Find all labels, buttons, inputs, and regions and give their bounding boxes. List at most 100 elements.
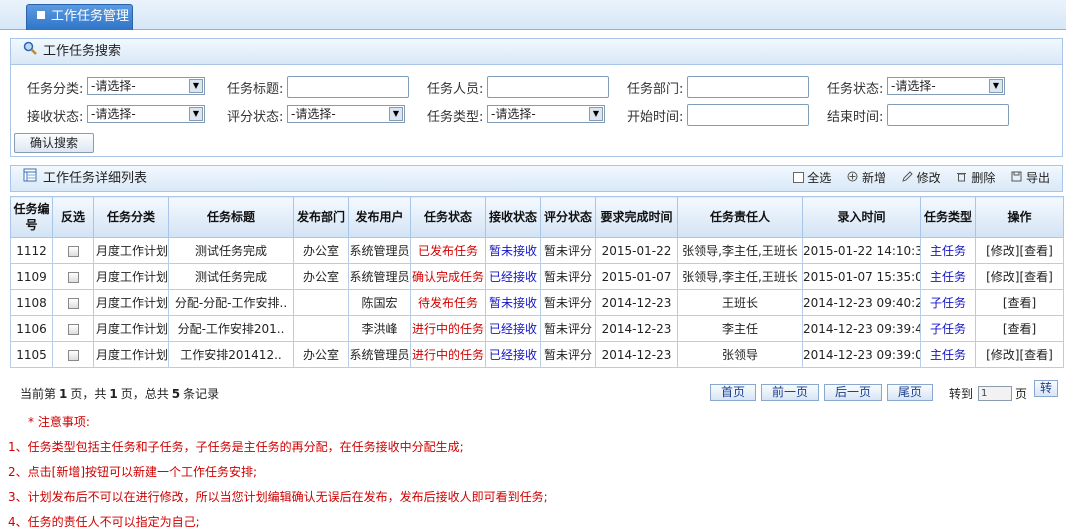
chevron-down-icon: ▼ — [189, 107, 203, 121]
list-icon — [23, 166, 37, 191]
table-row: 1109 月度工作计划 测试任务完成 办公室 系统管理员 确认完成任务 已经接收… — [10, 263, 1064, 290]
person-input[interactable] — [487, 76, 609, 98]
search-panel-title: 工作任务搜索 — [43, 44, 122, 59]
checkbox-icon — [67, 323, 79, 335]
cell-user: 李洪峰 — [348, 315, 411, 342]
last-page-button[interactable]: 尾页 — [887, 384, 933, 401]
cell-created: 2014-12-23 09:39:08 — [802, 341, 921, 368]
cell-category: 月度工作计划 — [93, 315, 169, 342]
cell-score: 暂未评分 — [540, 341, 596, 368]
goto-page-input[interactable]: 1 — [978, 386, 1012, 401]
row-checkbox[interactable] — [52, 237, 94, 264]
list-toolbar: 全选 新增 修改 删除 导出 — [781, 166, 1050, 191]
total-pages: 1 — [109, 387, 118, 401]
list-panel-header: 工作任务详细列表 全选 新增 修改 删除 导出 — [10, 165, 1063, 192]
cell-category: 月度工作计划 — [93, 237, 169, 264]
cell-actions[interactable]: [查看] — [975, 315, 1064, 342]
add-label: 新增 — [861, 171, 886, 185]
cell-dept: 办公室 — [293, 341, 349, 368]
goto-label: 转到 — [949, 387, 974, 401]
cell-due: 2014-12-23 — [595, 289, 678, 316]
cell-user: 陈国宏 — [348, 289, 411, 316]
col-header: 接收状态 — [485, 196, 541, 238]
cell-created: 2014-12-23 09:40:22 — [802, 289, 921, 316]
col-header: 任务责任人 — [677, 196, 803, 238]
note-item: 3、计划发布后不可以在进行修改，所以当您计划编辑确认无误后在发布，发布后接收人即… — [8, 490, 548, 504]
delete-button[interactable]: 删除 — [956, 171, 995, 185]
table-row: 1105 月度工作计划 工作安排201412.. 办公室 系统管理员 进行中的任… — [10, 341, 1064, 368]
cell-owner: 张领导 — [677, 341, 803, 368]
cell-dept: 办公室 — [293, 237, 349, 264]
total-records: 5 — [171, 387, 181, 401]
page-unit-label: 页 — [1015, 387, 1028, 401]
cell-category: 月度工作计划 — [93, 263, 169, 290]
tab-task-management[interactable]: 工作任务管理 — [26, 4, 133, 30]
cell-status: 确认完成任务 — [410, 263, 486, 290]
status-label: 任务状态: — [827, 82, 884, 97]
edit-label: 修改 — [916, 171, 941, 185]
chevron-down-icon: ▼ — [589, 107, 603, 121]
select-all-label: 全选 — [807, 171, 832, 185]
col-header: 任务标题 — [168, 196, 294, 238]
status-select-value: -请选择- — [891, 79, 936, 93]
export-label: 导出 — [1025, 171, 1050, 185]
cell-user: 系统管理员 — [348, 341, 411, 368]
category-label: 任务分类: — [27, 82, 84, 97]
add-button[interactable]: 新增 — [847, 171, 886, 185]
cell-score: 暂未评分 — [540, 315, 596, 342]
cell-receive: 暂未接收 — [485, 237, 541, 264]
cell-created: 2015-01-07 15:35:08 — [802, 263, 921, 290]
cell-status: 进行中的任务 — [410, 315, 486, 342]
cell-due: 2014-12-23 — [595, 315, 678, 342]
col-header: 录入时间 — [802, 196, 921, 238]
cell-type: 主任务 — [920, 263, 976, 290]
search-button[interactable]: 确认搜索 — [14, 133, 94, 153]
cell-score: 暂未评分 — [540, 263, 596, 290]
cell-actions[interactable]: [查看] — [975, 289, 1064, 316]
cell-id: 1106 — [10, 315, 53, 342]
receive-label: 接收状态: — [27, 110, 84, 125]
cell-receive: 暂未接收 — [485, 289, 541, 316]
score-select[interactable]: -请选择- ▼ — [287, 105, 405, 123]
current-page: 1 — [59, 387, 68, 401]
chevron-down-icon: ▼ — [189, 79, 203, 93]
first-page-button[interactable]: 首页 — [710, 384, 756, 401]
row-checkbox[interactable] — [52, 289, 94, 316]
cell-dept — [293, 289, 349, 316]
col-header: 评分状态 — [540, 196, 596, 238]
prev-page-button[interactable]: 前一页 — [761, 384, 819, 401]
receive-select-value: -请选择- — [91, 107, 136, 121]
cell-receive: 已经接收 — [485, 263, 541, 290]
row-checkbox[interactable] — [52, 341, 94, 368]
cell-created: 2014-12-23 09:39:41 — [802, 315, 921, 342]
edit-button[interactable]: 修改 — [902, 171, 941, 185]
export-button[interactable]: 导出 — [1011, 171, 1050, 185]
table-row: 1108 月度工作计划 分配-分配-工作安排.. 陈国宏 待发布任务 暂未接收 … — [10, 289, 1064, 316]
col-header[interactable]: 反选 — [52, 196, 94, 238]
cell-actions[interactable]: [修改][查看] — [975, 341, 1064, 368]
cell-type: 主任务 — [920, 341, 976, 368]
end-input[interactable] — [887, 104, 1009, 126]
go-button[interactable]: 转 — [1034, 380, 1058, 397]
row-checkbox[interactable] — [52, 315, 94, 342]
cell-type: 子任务 — [920, 315, 976, 342]
category-select[interactable]: -请选择- ▼ — [87, 77, 205, 95]
dept-input[interactable] — [687, 76, 809, 98]
next-page-button[interactable]: 后一页 — [824, 384, 882, 401]
cell-category: 月度工作计划 — [93, 341, 169, 368]
type-select[interactable]: -请选择- ▼ — [487, 105, 605, 123]
title-input[interactable] — [287, 76, 409, 98]
row-checkbox[interactable] — [52, 263, 94, 290]
select-all-toggle[interactable]: 全选 — [793, 171, 831, 185]
receive-select[interactable]: -请选择- ▼ — [87, 105, 205, 123]
cell-owner: 王班长 — [677, 289, 803, 316]
checkbox-icon — [67, 349, 79, 361]
status-select[interactable]: -请选择- ▼ — [887, 77, 1005, 95]
notes-section: * 注意事项: 1、任务类型包括主任务和子任务，子任务是主任务的再分配，在任务接… — [8, 410, 548, 532]
cell-actions[interactable]: [修改][查看] — [975, 237, 1064, 264]
start-input[interactable] — [687, 104, 809, 126]
note-item: 2、点击[新增]按钮可以新建一个工作任务安排; — [8, 465, 258, 479]
cell-score: 暂未评分 — [540, 237, 596, 264]
cell-actions[interactable]: [修改][查看] — [975, 263, 1064, 290]
pager-text: 当前第 — [20, 387, 57, 401]
